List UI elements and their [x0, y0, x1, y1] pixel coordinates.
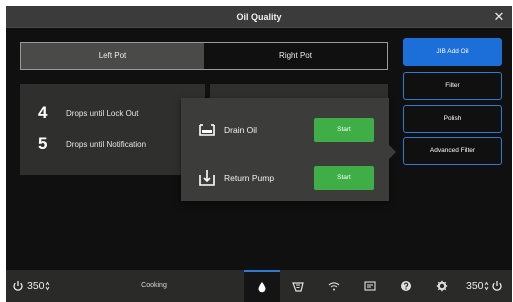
fryer-basket-icon [292, 282, 304, 292]
nav-wifi[interactable] [316, 270, 352, 302]
notification-row: 5 Drops until Notification [38, 134, 146, 154]
return-pump-icon [199, 170, 215, 186]
drain-oil-start-button[interactable]: Start [314, 118, 374, 142]
bottom-bar: 350 Cooking 350 [6, 270, 512, 302]
notification-label: Drops until Notification [66, 139, 147, 149]
tab-left-pot[interactable]: Left Pot [21, 43, 204, 69]
nav-help[interactable] [388, 270, 424, 302]
power-icon [491, 281, 502, 291]
jib-add-oil-button[interactable]: JIB Add Oil [403, 38, 502, 66]
wifi-icon [328, 282, 340, 291]
settings-gear-icon [436, 280, 448, 292]
nav-settings[interactable] [424, 270, 460, 302]
tab-right-pot[interactable]: Right Pot [204, 43, 387, 69]
left-pot-temperature: 350 [27, 280, 45, 292]
oil-action-popup: Drain Oil Start Return Pump Start [181, 98, 389, 201]
manual-icon [364, 281, 376, 291]
lockout-label: Drops until Lock Out [66, 108, 139, 118]
return-pump-row: Return Pump Start [181, 165, 389, 191]
drain-oil-label: Drain Oil [224, 125, 258, 135]
nav-oil-quality[interactable] [244, 270, 280, 302]
right-pot-temperature: 350 [466, 280, 484, 292]
drain-oil-row: Drain Oil Start [181, 117, 389, 143]
title-bar: Oil Quality ✕ [6, 6, 512, 28]
nav-manual[interactable] [352, 270, 388, 302]
drops-panel: 4 Drops until Lock Out 5 Drops until Not… [20, 84, 205, 175]
nav-fryer[interactable] [280, 270, 316, 302]
close-icon[interactable]: ✕ [492, 9, 506, 25]
polish-button[interactable]: Polish [403, 105, 502, 133]
cooking-status: Cooking [141, 282, 167, 289]
right-pot-power[interactable]: 350 [466, 270, 512, 302]
notification-count: 5 [38, 134, 48, 153]
power-icon [13, 281, 23, 291]
temperature-arrows-icon [484, 281, 488, 291]
return-pump-label: Return Pump [224, 173, 275, 183]
filter-button[interactable]: Filter [403, 72, 502, 100]
temperature-arrows-icon [45, 281, 49, 291]
lockout-row: 4 Drops until Lock Out [38, 103, 138, 123]
help-icon [401, 281, 411, 291]
return-pump-start-button[interactable]: Start [314, 166, 374, 190]
pot-selector: Left Pot Right Pot [20, 42, 388, 70]
advanced-filter-button[interactable]: Advanced Filter [403, 137, 502, 165]
oil-quality-screen: Oil Quality ✕ Left Pot Right Pot 4 Drops… [6, 6, 512, 302]
popup-pointer [389, 145, 396, 159]
oil-drop-icon [258, 282, 266, 293]
drain-oil-icon [199, 124, 215, 136]
window-title: Oil Quality [236, 12, 282, 22]
left-pot-power[interactable]: 350 [12, 270, 68, 302]
lockout-count: 4 [38, 103, 48, 122]
